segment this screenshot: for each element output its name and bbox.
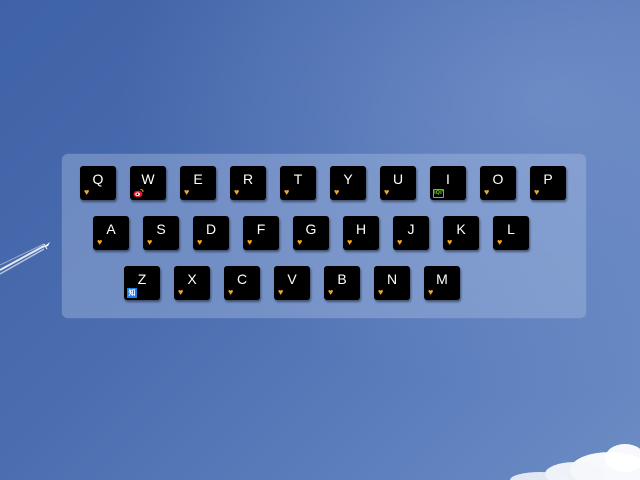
- key-letter: W: [141, 171, 155, 187]
- key-o[interactable]: O ♥: [480, 166, 516, 200]
- heart-icon: ♥: [247, 237, 253, 247]
- heart-icon: ♥: [184, 187, 190, 197]
- key-n[interactable]: N ♥: [374, 266, 410, 300]
- zhihu-icon: 知: [127, 288, 137, 298]
- heart-icon: ♥: [228, 287, 234, 297]
- cloud-decoration: [510, 444, 640, 480]
- key-letter: U: [392, 171, 404, 187]
- key-letter: N: [386, 271, 398, 287]
- heart-icon: ♥: [397, 237, 403, 247]
- key-letter: J: [407, 221, 415, 237]
- iqiyi-icon: iQIYI: [433, 189, 444, 198]
- key-letter: L: [507, 221, 515, 237]
- heart-icon: ♥: [84, 187, 90, 197]
- key-letter: R: [242, 171, 254, 187]
- key-x[interactable]: X ♥: [174, 266, 210, 300]
- key-u[interactable]: U ♥: [380, 166, 416, 200]
- key-letter: A: [106, 221, 116, 237]
- key-letter: P: [543, 171, 553, 187]
- key-d[interactable]: D ♥: [193, 216, 229, 250]
- heart-icon: ♥: [334, 187, 340, 197]
- keyboard-panel: Q♥WE♥R♥T♥Y♥U♥IiQIYIO♥P♥A♥S♥D♥F♥G♥H♥J♥K♥L…: [62, 154, 586, 318]
- weibo-icon: [133, 188, 144, 198]
- key-s[interactable]: S ♥: [143, 216, 179, 250]
- key-letter: G: [305, 221, 317, 237]
- key-letter: K: [456, 221, 466, 237]
- heart-icon: ♥: [297, 237, 303, 247]
- key-h[interactable]: H ♥: [343, 216, 379, 250]
- key-m[interactable]: M ♥: [424, 266, 460, 300]
- key-e[interactable]: E ♥: [180, 166, 216, 200]
- key-letter: Q: [92, 171, 104, 187]
- heart-icon: ♥: [447, 237, 453, 247]
- key-letter: Y: [343, 171, 353, 187]
- key-r[interactable]: R ♥: [230, 166, 266, 200]
- key-letter: H: [355, 221, 367, 237]
- key-letter: O: [492, 171, 504, 187]
- key-t[interactable]: T ♥: [280, 166, 316, 200]
- key-l[interactable]: L ♥: [493, 216, 529, 250]
- key-letter: M: [436, 271, 448, 287]
- heart-icon: ♥: [278, 287, 284, 297]
- heart-icon: ♥: [378, 287, 384, 297]
- key-q[interactable]: Q ♥: [80, 166, 116, 200]
- heart-icon: ♥: [534, 187, 540, 197]
- key-letter: B: [337, 271, 347, 287]
- key-w[interactable]: W: [130, 166, 166, 200]
- heart-icon: ♥: [497, 237, 503, 247]
- heart-icon: ♥: [234, 187, 240, 197]
- key-letter: T: [293, 171, 303, 187]
- key-y[interactable]: Y ♥: [330, 166, 366, 200]
- heart-icon: ♥: [328, 287, 334, 297]
- key-letter: I: [446, 171, 450, 187]
- key-p[interactable]: P ♥: [530, 166, 566, 200]
- key-c[interactable]: C ♥: [224, 266, 260, 300]
- heart-icon: ♥: [147, 237, 153, 247]
- key-z[interactable]: Z知: [124, 266, 160, 300]
- key-v[interactable]: V ♥: [274, 266, 310, 300]
- key-letter: Z: [137, 271, 147, 287]
- airplane-contrail-icon: [0, 242, 50, 275]
- heart-icon: ♥: [384, 187, 390, 197]
- key-letter: F: [256, 221, 266, 237]
- key-j[interactable]: J ♥: [393, 216, 429, 250]
- key-letter: C: [236, 271, 248, 287]
- key-a[interactable]: A ♥: [93, 216, 129, 250]
- key-letter: S: [156, 221, 166, 237]
- heart-icon: ♥: [97, 237, 103, 247]
- key-g[interactable]: G ♥: [293, 216, 329, 250]
- key-letter: D: [205, 221, 217, 237]
- heart-icon: ♥: [428, 287, 434, 297]
- key-letter: V: [287, 271, 297, 287]
- heart-icon: ♥: [284, 187, 290, 197]
- key-k[interactable]: K ♥: [443, 216, 479, 250]
- heart-icon: ♥: [178, 287, 184, 297]
- key-letter: X: [187, 271, 197, 287]
- heart-icon: ♥: [484, 187, 490, 197]
- key-f[interactable]: F ♥: [243, 216, 279, 250]
- heart-icon: ♥: [197, 237, 203, 247]
- key-b[interactable]: B ♥: [324, 266, 360, 300]
- heart-icon: ♥: [347, 237, 353, 247]
- key-i[interactable]: IiQIYI: [430, 166, 466, 200]
- key-letter: E: [193, 171, 203, 187]
